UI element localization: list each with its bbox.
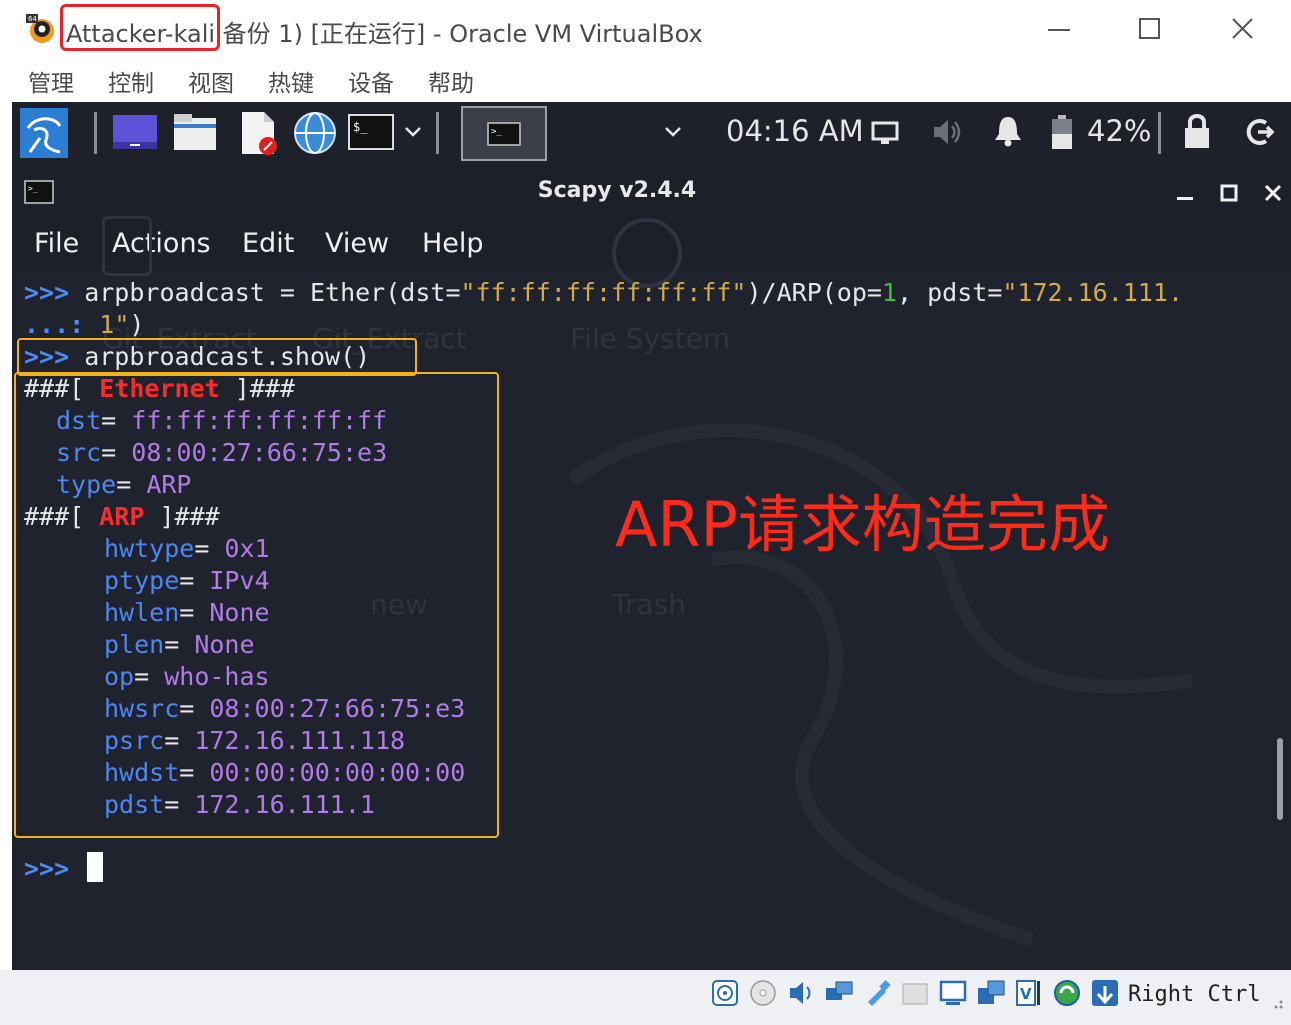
lock-screen-icon[interactable] xyxy=(1182,112,1212,150)
virtualbox-statusbar: V Right Ctrl xyxy=(0,970,1291,1025)
terminal-task-icon: >_ xyxy=(487,122,521,146)
output-highlight-box xyxy=(14,372,499,838)
mouse-integration-icon[interactable] xyxy=(1052,978,1082,1008)
svg-text:>_: >_ xyxy=(491,127,502,137)
show-desktop-icon[interactable] xyxy=(112,114,158,150)
text-editor-icon[interactable] xyxy=(236,110,280,156)
battery-percent: 42% xyxy=(1087,114,1152,148)
minimize-icon[interactable] xyxy=(1036,10,1082,48)
cmd-text: ) xyxy=(129,310,145,339)
text-cursor xyxy=(87,852,103,882)
panel-separator xyxy=(436,112,439,154)
host-key-label: Right Ctrl xyxy=(1128,982,1261,1007)
terminal-launcher-icon[interactable]: $_ xyxy=(348,114,394,150)
menu-help[interactable]: 帮助 xyxy=(428,64,474,98)
battery-icon[interactable] xyxy=(1050,114,1074,150)
window-title-rest: 备份 1) [正在运行] - Oracle VM VirtualBox xyxy=(215,20,703,48)
svg-text:$_: $_ xyxy=(353,120,368,134)
display-status-icon[interactable] xyxy=(938,978,968,1008)
terminal-title: Scapy v2.4.4 xyxy=(537,178,697,203)
menu-devices[interactable]: 设备 xyxy=(348,64,394,98)
menu-view[interactable]: 视图 xyxy=(188,64,234,98)
terminal-menu-file[interactable]: File xyxy=(34,228,79,259)
svg-text:64: 64 xyxy=(28,15,37,23)
panel-separator xyxy=(94,112,97,154)
terminal-line-cmd1: >>> arpbroadcast = Ether(dst="ff:ff:ff:f… xyxy=(24,278,1183,307)
maximize-icon[interactable] xyxy=(1126,10,1172,48)
cmd-string: "172.16.111. xyxy=(1002,278,1183,307)
menu-hotkeys[interactable]: 热键 xyxy=(268,64,314,98)
volume-icon[interactable] xyxy=(930,116,964,148)
vm-name-highlight xyxy=(60,4,220,51)
annotation-text: ARP请求构造完成 xyxy=(615,488,1110,561)
kali-menu-icon[interactable] xyxy=(20,108,68,158)
logout-icon[interactable] xyxy=(1244,116,1276,148)
panel-separator xyxy=(1158,112,1161,154)
terminal-minimize-icon[interactable] xyxy=(1174,182,1196,204)
resize-grip-icon[interactable] xyxy=(1268,994,1284,1010)
xfce-panel: $_ >_ 04:16 AM 42% xyxy=(12,102,1291,164)
network-icon[interactable] xyxy=(824,978,854,1008)
cmd-text: )/ARP(op= xyxy=(746,278,882,307)
web-browser-icon[interactable] xyxy=(292,110,338,156)
display-icon[interactable] xyxy=(870,118,900,148)
terminal-body[interactable]: Git_Extract Git_Extract File System new … xyxy=(12,216,1291,970)
virtualbox-vm-icon: 64 xyxy=(26,14,56,44)
cmd-string: 1" xyxy=(84,310,130,339)
menu-control[interactable]: 控制 xyxy=(108,64,154,98)
terminal-menu-help[interactable]: Help xyxy=(422,228,484,259)
virtualbox-menubar: 管理 控制 视图 热键 设备 帮助 xyxy=(0,58,1291,102)
menu-manage[interactable]: 管理 xyxy=(28,64,74,98)
cmd-text: arpbroadcast = Ether(dst= xyxy=(69,278,461,307)
hard-disk-icon[interactable] xyxy=(710,978,740,1008)
terminal-maximize-icon[interactable] xyxy=(1218,182,1240,204)
terminal-titlebar: >_ Scapy v2.4.4 xyxy=(12,164,1291,220)
command-highlight-box xyxy=(17,338,417,376)
terminal-scrollbar[interactable] xyxy=(1277,738,1283,820)
panel-clock[interactable]: 04:16 AM xyxy=(726,114,864,148)
terminal-line-cont: ...: 1") xyxy=(24,310,144,339)
taskbar-terminal-button[interactable]: >_ xyxy=(461,106,547,161)
terminal-menu-view[interactable]: View xyxy=(325,228,389,259)
shared-folders-icon[interactable] xyxy=(900,978,930,1008)
kali-dragon-watermark xyxy=(567,423,1194,947)
cmd-text: , pdst= xyxy=(897,278,1003,307)
desktop-ghost-label: File System xyxy=(570,322,731,355)
virtualization-icon[interactable]: V xyxy=(1014,978,1044,1008)
cmd-number: 1 xyxy=(881,278,898,307)
continuation-prompt: ...: xyxy=(24,310,85,339)
notification-bell-icon[interactable] xyxy=(992,114,1024,148)
prompt: >>> xyxy=(24,854,70,883)
video-capture-icon[interactable] xyxy=(976,978,1006,1008)
cmd-string: "ff:ff:ff:ff:ff:ff" xyxy=(460,278,747,307)
audio-icon[interactable] xyxy=(786,978,816,1008)
prompt: >>> xyxy=(24,278,70,307)
usb-icon[interactable] xyxy=(862,978,892,1008)
svg-text:V: V xyxy=(1020,985,1032,1003)
terminal-menu-edit[interactable]: Edit xyxy=(242,228,294,259)
chevron-down-icon[interactable] xyxy=(402,122,424,142)
desktop-ghost-icon xyxy=(102,216,152,276)
close-icon[interactable] xyxy=(1220,10,1266,48)
virtualbox-titlebar: 64 Attacker-kali 备份 1) [正在运行] - Oracle V… xyxy=(0,0,1291,58)
terminal-close-icon[interactable] xyxy=(1262,182,1284,204)
guest-screen: $_ >_ 04:16 AM 42% >_ Scapy v2.4.4 File … xyxy=(12,102,1291,970)
chevron-down-icon[interactable] xyxy=(662,122,684,142)
optical-drive-icon[interactable] xyxy=(748,978,778,1008)
keyboard-capture-icon[interactable] xyxy=(1090,978,1120,1008)
terminal-window: >_ Scapy v2.4.4 File Actions Edit View H… xyxy=(12,164,1291,970)
file-manager-icon[interactable] xyxy=(172,112,218,152)
terminal-line-prompt: >>> xyxy=(24,854,69,883)
